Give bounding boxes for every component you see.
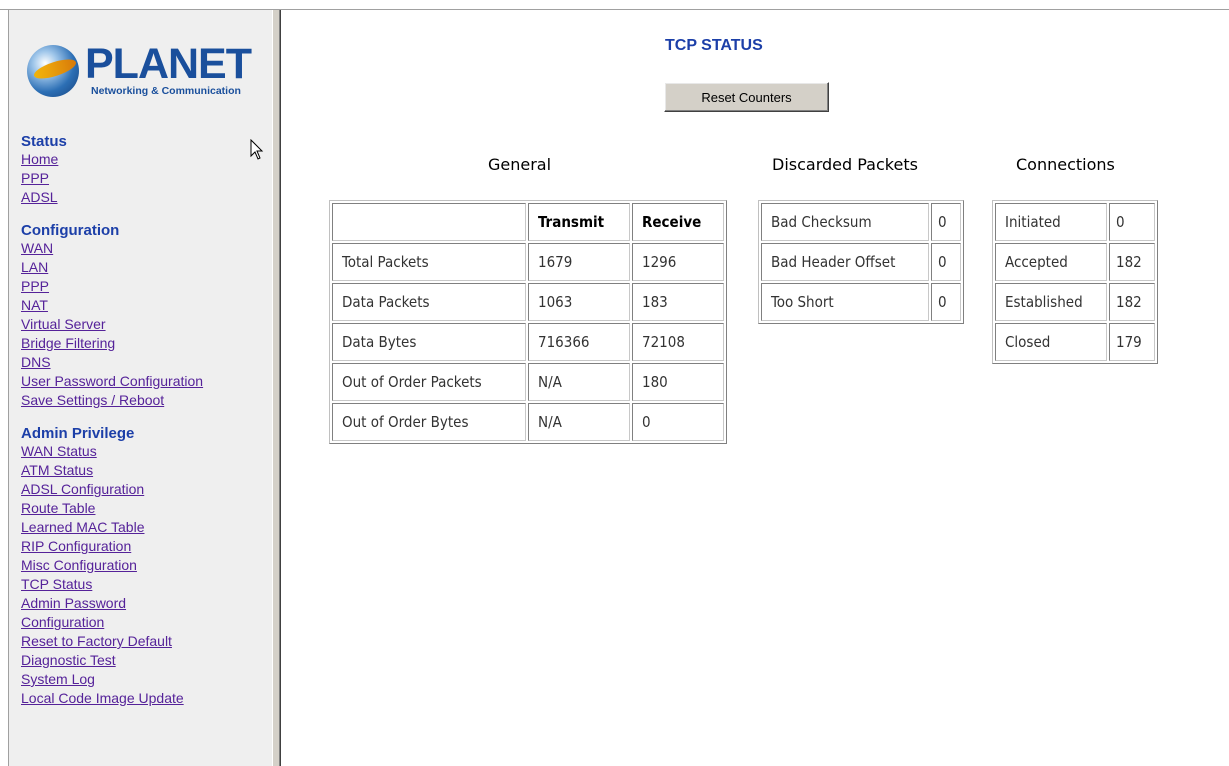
logo-wordmark: PLANET <box>85 40 252 88</box>
table-row: Out of Order Packets N/A 180 <box>332 363 724 401</box>
nav-heading-configuration: Configuration <box>21 222 120 239</box>
row-value: 179 <box>1109 323 1155 361</box>
nav-link-nat[interactable]: NAT <box>21 296 271 315</box>
table-row: Total Packets 1679 1296 <box>332 243 724 281</box>
nav-link-admin-password-configuration[interactable]: Configuration <box>21 613 271 632</box>
connections-title: Connections <box>1016 155 1115 174</box>
nav-link-reset-factory-default[interactable]: Reset to Factory Default <box>21 632 271 651</box>
planet-logo[interactable]: PLANET Networking & Communication <box>27 40 257 100</box>
row-value: 0 <box>931 243 961 281</box>
row-value: 0 <box>931 283 961 321</box>
nav-heading-admin: Admin Privilege <box>21 425 135 442</box>
row-label: Out of Order Bytes <box>332 403 526 441</box>
row-label: Closed <box>995 323 1107 361</box>
nav-link-local-code-image-update[interactable]: Local Code Image Update <box>21 689 271 708</box>
discarded-packets-table: Bad Checksum 0 Bad Header Offset 0 Too S… <box>758 200 964 324</box>
page-title: TCP STATUS <box>665 37 763 54</box>
row-label: Established <box>995 283 1107 321</box>
table-row: Bad Checksum 0 <box>761 203 961 241</box>
table-row: Initiated 0 <box>995 203 1155 241</box>
nav-link-virtual-server[interactable]: Virtual Server <box>21 315 271 334</box>
transmit-value: 716366 <box>528 323 630 361</box>
row-label: Bad Header Offset <box>761 243 929 281</box>
sidebar: PLANET Networking & Communication Status… <box>8 10 272 766</box>
nav-link-ppp-config[interactable]: PPP <box>21 277 271 296</box>
nav-heading-status: Status <box>21 133 67 150</box>
table-row: Data Bytes 716366 72108 <box>332 323 724 361</box>
logo-tagline: Networking & Communication <box>91 85 241 97</box>
row-value: 0 <box>1109 203 1155 241</box>
nav-section-configuration: Configuration WAN LAN PPP NAT Virtual Se… <box>21 222 271 410</box>
nav-link-bridge-filtering[interactable]: Bridge Filtering <box>21 334 271 353</box>
nav-link-home[interactable]: Home <box>21 150 271 169</box>
nav-link-rip-configuration[interactable]: RIP Configuration <box>21 537 271 556</box>
row-value: 182 <box>1109 243 1155 281</box>
transmit-value: 1063 <box>528 283 630 321</box>
general-title: General <box>488 155 552 174</box>
nav-link-tcp-status[interactable]: TCP Status <box>21 575 271 594</box>
nav-link-adsl-status[interactable]: ADSL <box>21 188 271 207</box>
window-left-edge <box>0 10 8 766</box>
table-header-row: Transmit Receive <box>332 203 724 241</box>
row-label: Data Packets <box>332 283 526 321</box>
nav-link-diagnostic-test[interactable]: Diagnostic Test <box>21 651 271 670</box>
receive-value: 183 <box>632 283 724 321</box>
table-row: Established 182 <box>995 283 1155 321</box>
nav-link-system-log[interactable]: System Log <box>21 670 271 689</box>
nav-link-lan[interactable]: LAN <box>21 258 271 277</box>
nav-section-admin: Admin Privilege WAN Status ATM Status AD… <box>21 425 271 708</box>
nav-section-status: Status Home PPP ADSL <box>21 133 271 207</box>
general-table: Transmit Receive Total Packets 1679 1296… <box>329 200 727 444</box>
receive-value: 0 <box>632 403 724 441</box>
row-label: Too Short <box>761 283 929 321</box>
nav-link-wan-status[interactable]: WAN Status <box>21 442 271 461</box>
row-value: 182 <box>1109 283 1155 321</box>
nav-link-dns[interactable]: DNS <box>21 353 271 372</box>
reset-counters-button[interactable]: Reset Counters <box>664 82 829 112</box>
connections-table: Initiated 0 Accepted 182 Established 182… <box>992 200 1158 364</box>
row-label: Accepted <box>995 243 1107 281</box>
row-label: Total Packets <box>332 243 526 281</box>
transmit-value: 1679 <box>528 243 630 281</box>
nav-link-save-reboot[interactable]: Save Settings / Reboot <box>21 391 271 410</box>
table-row: Too Short 0 <box>761 283 961 321</box>
table-row: Out of Order Bytes N/A 0 <box>332 403 724 441</box>
nav-link-user-password[interactable]: User Password Configuration <box>21 372 271 391</box>
row-label: Bad Checksum <box>761 203 929 241</box>
row-value: 0 <box>931 203 961 241</box>
window-top-edge <box>0 0 1229 10</box>
table-row: Data Packets 1063 183 <box>332 283 724 321</box>
row-label: Out of Order Packets <box>332 363 526 401</box>
nav-link-atm-status[interactable]: ATM Status <box>21 461 271 480</box>
mouse-pointer-icon <box>250 139 264 160</box>
nav-link-adsl-configuration[interactable]: ADSL Configuration <box>21 480 271 499</box>
header-cell-blank <box>332 203 526 241</box>
row-label: Initiated <box>995 203 1107 241</box>
transmit-value: N/A <box>528 363 630 401</box>
main-content: TCP STATUS Reset Counters General Discar… <box>281 10 1229 766</box>
nav-link-wan[interactable]: WAN <box>21 239 271 258</box>
nav-link-admin-password[interactable]: Admin Password <box>21 594 271 613</box>
nav-link-learned-mac-table[interactable]: Learned MAC Table <box>21 518 271 537</box>
discarded-packets-title: Discarded Packets <box>772 155 918 174</box>
receive-value: 72108 <box>632 323 724 361</box>
table-row: Closed 179 <box>995 323 1155 361</box>
frame-divider[interactable] <box>272 10 282 766</box>
transmit-value: N/A <box>528 403 630 441</box>
nav-link-misc-configuration[interactable]: Misc Configuration <box>21 556 271 575</box>
table-row: Accepted 182 <box>995 243 1155 281</box>
header-cell-transmit: Transmit <box>528 203 630 241</box>
header-cell-receive: Receive <box>632 203 724 241</box>
sidebar-nav: Status Home PPP ADSL Configuration WAN L… <box>21 133 271 723</box>
table-row: Bad Header Offset 0 <box>761 243 961 281</box>
receive-value: 1296 <box>632 243 724 281</box>
receive-value: 180 <box>632 363 724 401</box>
row-label: Data Bytes <box>332 323 526 361</box>
nav-link-route-table[interactable]: Route Table <box>21 499 271 518</box>
nav-link-ppp-status[interactable]: PPP <box>21 169 271 188</box>
